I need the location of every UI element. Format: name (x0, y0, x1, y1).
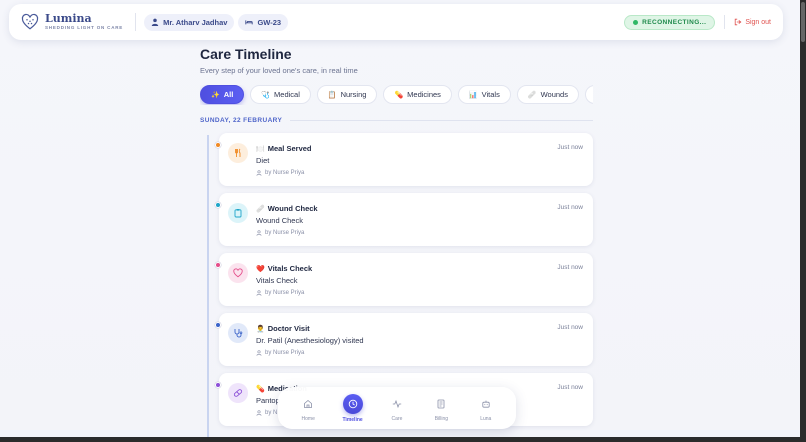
filter-vitals[interactable]: 📊 Vitals (457, 85, 511, 104)
timeline-card-doctor[interactable]: 👨‍⚕️ Doctor Visit Just now Dr. Patil (Ane… (215, 313, 593, 366)
logout-icon (735, 18, 742, 26)
event-author: by Nurse Priya (256, 350, 304, 356)
event-time: Just now (557, 264, 583, 271)
header-divider (135, 13, 137, 31)
pill-icon: 💊 (394, 91, 404, 99)
filter-all[interactable]: ✨ All (200, 85, 245, 104)
utensils-icon (228, 143, 248, 163)
timeline-card-vitals[interactable]: ❤️ Vitals Check Just now Vitals Check by … (215, 253, 593, 306)
connection-status-badge: RECONNECTING... (624, 14, 716, 30)
timeline-dot (215, 262, 221, 268)
bandage-icon: 🩹 (527, 91, 537, 99)
app-page: Lumina SHEDDING LIGHT ON CARE Mr. Atharv… (0, 0, 800, 437)
vertical-scrollbar[interactable] (800, 0, 806, 442)
event-author: by Nurse Priya (256, 170, 304, 176)
filter-tabs: ✨ All 🩺 Medical 📋 Nursing 💊 Medicines 📊 Vital… (200, 85, 593, 105)
event-author: by N (256, 410, 277, 416)
user-icon (256, 410, 262, 416)
ward-code: GW-23 (257, 17, 282, 27)
timeline-dot (215, 142, 221, 148)
filter-wounds[interactable]: 🩹 Wounds (516, 85, 579, 104)
chart-icon: 📊 (468, 91, 478, 99)
user-icon (151, 18, 159, 26)
sign-out-label: Sign out (745, 18, 771, 26)
header-divider-2 (724, 15, 726, 29)
heart-logo-icon (21, 13, 39, 30)
event-author: by Nurse Priya (256, 230, 304, 236)
filter-doctor[interactable]: 👨‍⚕️D (584, 85, 593, 104)
event-time: Just now (557, 384, 583, 391)
top-header: Lumina SHEDDING LIGHT ON CARE Mr. Atharv… (9, 4, 783, 40)
robot-icon (477, 395, 495, 413)
meal-emoji: 🍽️ (256, 145, 265, 153)
pill-icon (228, 383, 248, 403)
filter-medicines[interactable]: 💊 Medicines (383, 85, 452, 104)
timeline-dot (215, 202, 221, 208)
status-dot-icon (633, 19, 639, 25)
page-title: Care Timeline (200, 46, 292, 62)
sign-out-button[interactable]: Sign out (734, 18, 771, 26)
heart-emoji: ❤️ (256, 265, 265, 273)
nav-care[interactable]: Care (377, 395, 417, 422)
patient-chip[interactable]: Mr. Atharv Jadhav (144, 13, 235, 31)
home-icon (299, 395, 317, 413)
stethoscope-icon: 🩺 (261, 91, 271, 99)
activity-icon (388, 395, 406, 413)
date-divider (290, 120, 593, 121)
timeline-dot (215, 322, 221, 328)
date-label: SUNDAY, 22 FEBRUARY (200, 117, 283, 124)
pill-emoji: 💊 (256, 385, 265, 393)
nav-timeline[interactable]: Timeline (333, 393, 373, 423)
nav-luna[interactable]: Luna (466, 395, 506, 422)
sparkles-icon: ✨ (211, 91, 220, 99)
brand[interactable]: Lumina SHEDDING LIGHT ON CARE (21, 13, 123, 31)
event-description: Pantop (256, 396, 280, 405)
stethoscope-icon (228, 323, 248, 343)
clock-icon (342, 393, 363, 414)
clipboard-icon: 📋 (327, 91, 337, 99)
event-author: by Nurse Priya (256, 290, 304, 296)
receipt-icon (432, 395, 450, 413)
page-subtitle: Every step of your loved one's care, in … (200, 66, 358, 75)
filter-nursing[interactable]: 📋 Nursing (316, 85, 378, 104)
clipboard-icon (228, 203, 248, 223)
nav-billing[interactable]: Billing (421, 395, 461, 422)
bandage-emoji: 🩹 (256, 205, 265, 213)
nav-home[interactable]: Home (288, 395, 328, 422)
filter-medical[interactable]: 🩺 Medical (250, 85, 311, 104)
user-icon (256, 170, 262, 176)
user-icon (256, 230, 262, 236)
user-icon (256, 350, 262, 356)
connection-status-text: RECONNECTING... (642, 18, 707, 26)
date-header: SUNDAY, 22 FEBRUARY (200, 117, 593, 124)
bottom-navigation: Home Timeline Care Billing Luna (278, 387, 516, 429)
event-description: Vitals Check (256, 276, 298, 285)
timeline-dot (215, 382, 221, 388)
event-description: Wound Check (256, 216, 303, 225)
event-title: Wound Check (267, 204, 318, 213)
event-time: Just now (557, 204, 583, 211)
event-description: Dr. Patil (Anesthesiology) visited (256, 336, 364, 345)
event-title: Vitals Check (267, 264, 313, 273)
event-time: Just now (557, 144, 583, 151)
brand-name: Lumina (45, 12, 92, 26)
event-time: Just now (557, 324, 583, 331)
event-title: Doctor Visit (267, 324, 310, 333)
doctor-emoji: 👨‍⚕️ (256, 325, 265, 333)
timeline-card-meal[interactable]: 🍽️ Meal Served Just now Diet by Nurse Pri… (215, 133, 593, 186)
brand-tagline: SHEDDING LIGHT ON CARE (45, 25, 124, 31)
timeline-card-wound[interactable]: 🩹 Wound Check Just now Wound Check by Nur… (215, 193, 593, 246)
bed-icon (245, 20, 254, 25)
timeline-line (207, 135, 209, 437)
scrollbar-thumb[interactable] (801, 2, 805, 42)
horizontal-scrollbar[interactable] (0, 437, 806, 442)
user-icon (256, 290, 262, 296)
ward-chip[interactable]: GW-23 (238, 13, 289, 31)
patient-name: Mr. Atharv Jadhav (163, 17, 228, 27)
event-title: Meal Served (267, 144, 312, 153)
heart-icon (228, 263, 248, 283)
event-description: Diet (256, 156, 270, 165)
